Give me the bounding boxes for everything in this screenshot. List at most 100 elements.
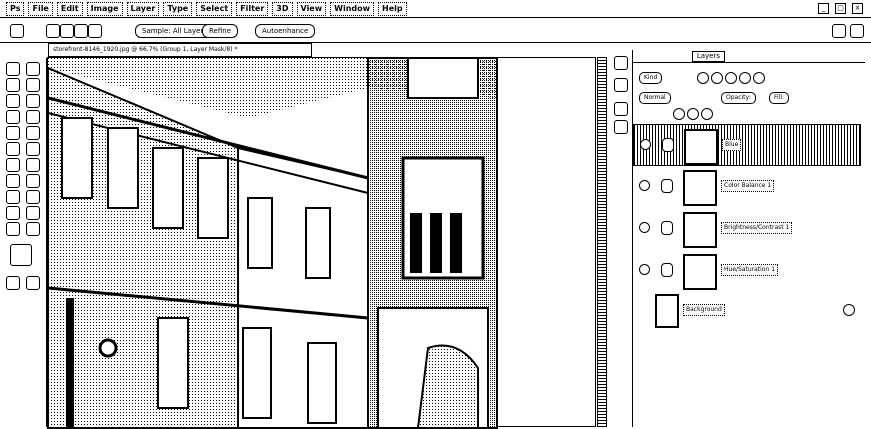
layer-row[interactable]: Color Balance 1 [633, 166, 859, 206]
lock-position-icon[interactable] [687, 108, 699, 120]
background-thumbnail [655, 294, 679, 328]
layer-thumbnail [683, 170, 717, 206]
close-button[interactable]: × [852, 3, 863, 14]
lock-pixels-icon[interactable] [673, 108, 685, 120]
libraries-icon[interactable] [614, 120, 628, 134]
blur-tool-icon[interactable] [26, 158, 40, 172]
visibility-eye-icon[interactable] [639, 180, 650, 191]
layers-panel-header: Layers [633, 50, 865, 63]
layer-mask-link-icon[interactable] [661, 221, 673, 235]
quick-mask-icon[interactable] [6, 276, 20, 290]
history-icon[interactable] [614, 56, 628, 70]
shape-tool-icon[interactable] [6, 206, 20, 220]
color-swatches-icon[interactable] [10, 244, 32, 266]
screen-mode-icon[interactable] [26, 276, 40, 290]
menu-layer[interactable]: Layer [126, 2, 160, 16]
layer-row-selected[interactable]: Blue [633, 124, 861, 166]
move-tool-icon[interactable] [6, 62, 20, 76]
type-tool-icon[interactable] [6, 190, 20, 204]
vertical-scrollbar[interactable] [597, 57, 607, 427]
filter-adjust-icon[interactable] [711, 72, 723, 84]
app-logo: Ps [6, 2, 25, 16]
background-layer-row[interactable]: Background [633, 290, 859, 330]
menu-type[interactable]: Type [163, 2, 193, 16]
adjustments-icon[interactable] [614, 102, 628, 116]
blend-mode-select[interactable]: Normal [639, 92, 671, 104]
menu-3d[interactable]: 3D [272, 2, 293, 16]
layer-mask-link-icon[interactable] [662, 138, 674, 152]
layer-row[interactable]: Hue/Saturation 1 [633, 250, 859, 290]
visibility-eye-icon[interactable] [639, 264, 650, 275]
new-selection-icon[interactable] [46, 24, 60, 38]
path-select-tool-icon[interactable] [26, 190, 40, 204]
filter-smart-icon[interactable] [753, 72, 765, 84]
menu-window[interactable]: Window [330, 2, 374, 16]
layers-panel: Layers Kind Normal Opacity: Fill: Blue C… [633, 50, 871, 427]
more-tools-icon[interactable] [26, 222, 40, 236]
marquee-tool-icon[interactable] [6, 78, 20, 92]
layer-thumbnail [683, 212, 717, 248]
properties-icon[interactable] [614, 78, 628, 92]
gradient-tool-icon[interactable] [6, 158, 20, 172]
layer-mask-link-icon[interactable] [661, 263, 673, 277]
stamp-tool-icon[interactable] [26, 126, 40, 140]
menu-help[interactable]: Help [378, 2, 407, 16]
dodge-tool-icon[interactable] [6, 174, 20, 188]
quick-select-tool-icon[interactable] [6, 94, 20, 108]
lock-icon[interactable] [843, 304, 855, 316]
visibility-eye-icon[interactable] [640, 139, 651, 150]
crop-tool-icon[interactable] [26, 94, 40, 108]
workspace-icon[interactable] [850, 24, 864, 38]
layer-name[interactable]: Blue [722, 139, 742, 151]
search-icon[interactable] [832, 24, 846, 38]
lock-artboard-icon[interactable] [701, 108, 713, 120]
eyedropper-tool-icon[interactable] [6, 110, 20, 124]
layer-mask-link-icon[interactable] [661, 179, 673, 193]
menu-file[interactable]: File [28, 2, 53, 16]
kind-filter[interactable]: Kind [639, 72, 663, 84]
options-bar: Sample: All Layers Refine Autoenhance [0, 18, 871, 43]
subtract-selection-icon[interactable] [74, 24, 88, 38]
fill-label: Fill: [769, 92, 790, 104]
opacity-label: Opacity: [721, 92, 756, 104]
eraser-tool-icon[interactable] [26, 142, 40, 156]
filter-type-icon[interactable] [725, 72, 737, 84]
layer-name[interactable]: Color Balance 1 [721, 180, 775, 192]
panel-icon-strip [608, 50, 633, 427]
filter-shape-icon[interactable] [739, 72, 751, 84]
artboard-tool-icon[interactable] [26, 62, 40, 76]
lasso-tool-icon[interactable] [26, 78, 40, 92]
layer-name[interactable]: Brightness/Contrast 1 [721, 222, 793, 234]
minimize-button[interactable]: _ [818, 3, 829, 14]
zoom-tool-icon[interactable] [6, 222, 20, 236]
hand-tool-icon[interactable] [26, 206, 40, 220]
layer-row[interactable]: Brightness/Contrast 1 [633, 208, 859, 248]
brush-tool-icon[interactable] [6, 126, 20, 140]
layers-tab[interactable]: Layers [691, 51, 725, 62]
pen-tool-icon[interactable] [26, 174, 40, 188]
menu-image[interactable]: Image [86, 2, 123, 16]
refine-button[interactable]: Refine [202, 24, 239, 38]
document-tab[interactable]: storefront-8146_1920.jpg @ 66.7% (Group … [48, 43, 312, 57]
add-selection-icon[interactable] [60, 24, 74, 38]
street-photo [48, 58, 497, 428]
visibility-eye-icon[interactable] [639, 222, 650, 233]
layer-thumbnail [683, 254, 717, 290]
menu-edit[interactable]: Edit [56, 2, 83, 16]
auto-enhance-button[interactable]: Autoenhance [255, 24, 316, 38]
pasteboard [497, 57, 596, 427]
maximize-button[interactable]: □ [835, 3, 846, 14]
healing-tool-icon[interactable] [26, 110, 40, 124]
menu-select[interactable]: Select [196, 2, 233, 16]
menu-filter[interactable]: Filter [236, 2, 269, 16]
toolbox [0, 58, 47, 427]
canvas-image[interactable] [47, 57, 498, 429]
menu-view[interactable]: View [296, 2, 327, 16]
intersect-selection-icon[interactable] [88, 24, 102, 38]
layer-name[interactable]: Hue/Saturation 1 [721, 264, 779, 276]
tool-preset-icon[interactable] [10, 24, 24, 38]
filter-pixel-icon[interactable] [697, 72, 709, 84]
menu-items: Ps File Edit Image Layer Type Select Fil… [6, 2, 407, 16]
layer-name[interactable]: Background [683, 304, 725, 316]
history-brush-icon[interactable] [6, 142, 20, 156]
